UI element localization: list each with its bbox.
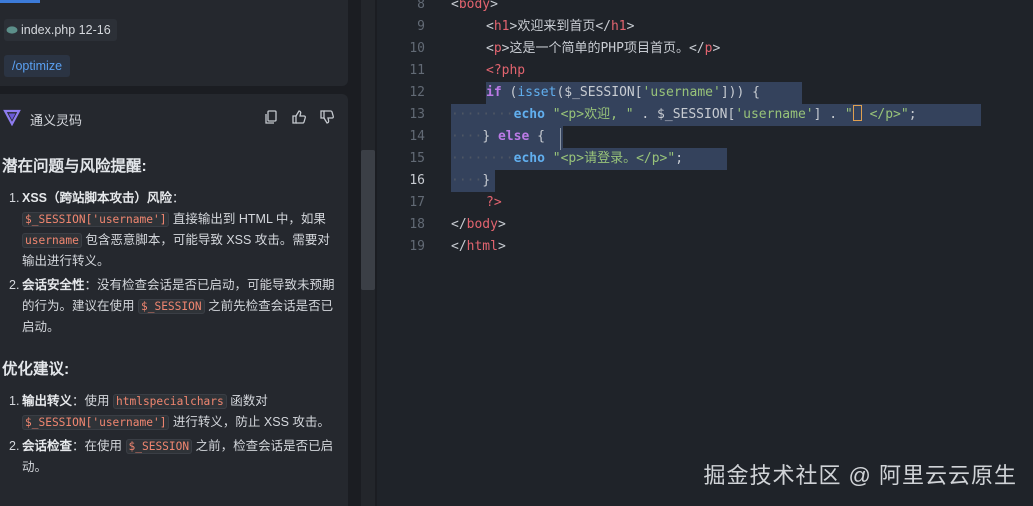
code-line: if (isset($_SESSION['username'])) { — [486, 85, 760, 100]
assistant-response-card: 通义灵码 潜在问题与风险提醒: 1. XSS（跨站脚本攻击）风险： $_SESSI… — [0, 94, 348, 506]
risk-list: 1. XSS（跨站脚本攻击）风险： $_SESSION['username'] 直… — [0, 188, 340, 338]
code-line: ········echo "<p>请登录。</p>"; — [451, 151, 684, 166]
line-number: 8 — [417, 0, 425, 12]
indent-guide — [560, 128, 561, 150]
optimization-heading: 优化建议: — [2, 361, 70, 378]
line-number: 11 — [409, 63, 425, 78]
code-line: </body> — [451, 217, 506, 232]
inline-code: htmlspecialchars — [113, 394, 227, 409]
code-editor[interactable]: 8 9 10 11 12 13 14 15 16 17 18 19 <body>… — [377, 0, 1033, 506]
item-text: 直接输出到 HTML 中，如果 — [169, 212, 326, 226]
context-card: index.php 12-16 /optimize — [0, 0, 348, 86]
list-item: 1. XSS（跨站脚本攻击）风险： $_SESSION['username'] 直… — [9, 188, 340, 272]
code-line: <p>这是一个简单的PHP项目首页。</p> — [486, 41, 721, 56]
php-file-icon — [6, 24, 18, 36]
inline-code: $_SESSION['username'] — [22, 212, 170, 227]
code-line: ?> — [486, 195, 502, 210]
line-number: 17 — [409, 195, 425, 210]
thumbs-down-icon[interactable] — [319, 109, 335, 125]
item-title: 会话安全性 — [22, 278, 85, 292]
item-text: ： — [172, 191, 185, 205]
item-title: 输出转义 — [22, 394, 73, 408]
code-line: ········echo "<p>欢迎, " . $_SESSION['user… — [451, 105, 917, 122]
inline-code: $_SESSION — [125, 439, 193, 454]
item-title: XSS（跨站脚本攻击）风险 — [22, 191, 173, 205]
item-text: ：在使用 — [72, 439, 126, 453]
line-number-active: 16 — [409, 173, 425, 188]
tongyi-logo-icon — [3, 108, 21, 127]
watermark: 掘金技术社区 @ 阿里云云原生 — [703, 463, 1017, 488]
file-reference-label: index.php 12-16 — [21, 23, 111, 37]
code-line: </html> — [451, 239, 506, 254]
line-number: 9 — [417, 19, 425, 34]
line-number: 13 — [409, 107, 425, 122]
line-number: 10 — [409, 41, 425, 56]
command-chip[interactable]: /optimize — [4, 55, 71, 77]
inline-code: username — [22, 233, 82, 248]
code-line: <body> — [451, 0, 498, 12]
response-header: 通义灵码 — [0, 94, 348, 138]
line-number: 14 — [409, 129, 425, 144]
file-reference-chip[interactable]: index.php 12-16 — [4, 19, 117, 41]
list-number: 1. — [9, 394, 20, 408]
list-item: 2. 会话检查：在使用 $_SESSION 之前，检查会话是否已启动。 — [9, 436, 340, 478]
thumbs-up-icon[interactable] — [291, 109, 307, 125]
code-line: ····} else { — [451, 129, 545, 144]
item-text: 函数对 — [226, 394, 268, 408]
assistant-panel: index.php 12-16 /optimize 通义灵码 潜在问题与风险提醒… — [0, 0, 377, 506]
inline-code: $_SESSION — [137, 299, 205, 314]
assistant-name: 通义灵码 — [30, 113, 83, 128]
line-number-gutter: 8 9 10 11 12 13 14 15 16 17 18 19 — [377, 0, 437, 506]
risk-heading: 潜在问题与风险提醒: — [2, 158, 147, 175]
inline-code: $_SESSION['username'] — [22, 415, 170, 430]
app-window: index.php 12-16 /optimize 通义灵码 潜在问题与风险提醒… — [0, 0, 1033, 506]
code-line: ····} — [451, 173, 491, 188]
code-line: <?php — [486, 63, 526, 78]
list-number: 2. — [9, 278, 20, 292]
text-cursor — [852, 105, 862, 121]
copy-icon[interactable] — [263, 109, 279, 125]
list-number: 2. — [9, 439, 20, 453]
line-number: 12 — [409, 85, 425, 100]
item-text: 进行转义，防止 XSS 攻击。 — [169, 415, 330, 429]
panel-scrollbar-thumb[interactable] — [361, 150, 375, 290]
line-number: 19 — [409, 239, 425, 254]
list-item: 1. 输出转义：使用 htmlspecialchars 函数对 $_SESSIO… — [9, 391, 340, 433]
active-indicator — [0, 0, 40, 3]
line-number: 18 — [409, 217, 425, 232]
item-text: ：使用 — [72, 394, 113, 408]
code-line: <h1>欢迎来到首页</h1> — [486, 19, 635, 34]
optimization-list: 1. 输出转义：使用 htmlspecialchars 函数对 $_SESSIO… — [0, 391, 340, 478]
item-title: 会话检查 — [22, 439, 73, 453]
list-number: 1. — [9, 191, 20, 205]
line-number: 15 — [409, 151, 425, 166]
response-content: 潜在问题与风险提醒: 1. XSS（跨站脚本攻击）风险： $_SESSION['u… — [0, 156, 340, 481]
list-item: 2. 会话安全性：没有检查会话是否已启动，可能导致未预期的行为。建议在使用 $_… — [9, 275, 340, 338]
